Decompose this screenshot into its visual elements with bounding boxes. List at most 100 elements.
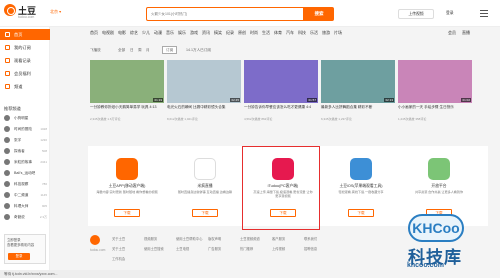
nav-item[interactable]: 综艺 bbox=[130, 30, 138, 36]
nav-item[interactable]: 游戏 bbox=[190, 30, 198, 36]
video-thumbnail[interactable]: 01:19 bbox=[90, 60, 164, 103]
filter-tag[interactable]: 飞播放 bbox=[90, 46, 101, 54]
video-title[interactable]: 一分钟告诉你早餐应该怎么吃才更健康 4:4 bbox=[244, 105, 318, 110]
nav-item[interactable]: 汽车 bbox=[286, 30, 294, 36]
video-title[interactable]: 电光火石的瞬间 比赛中精彩镜头合集 bbox=[167, 105, 241, 110]
filter-tag[interactable]: 订阅 bbox=[162, 46, 178, 54]
video-duration: 02:13 bbox=[384, 98, 394, 102]
sidebar-channel[interactable]: 米粒的故事 2341 bbox=[0, 157, 50, 167]
sidebar-item[interactable]: 首页 bbox=[0, 29, 50, 40]
sidebar-item[interactable]: 频道 bbox=[0, 81, 50, 92]
sidebar-channel[interactable]: 时间的冒险 1028 bbox=[0, 124, 50, 134]
filter-tag[interactable]: 周 bbox=[138, 46, 142, 54]
search-button[interactable]: 搜索 bbox=[304, 7, 334, 21]
nav-item[interactable]: 科技 bbox=[298, 30, 306, 36]
sidebar-channel[interactable]: 料理大师 905 bbox=[0, 201, 50, 211]
download-button[interactable]: 下载 bbox=[114, 209, 140, 217]
filter-tag[interactable]: 日 bbox=[130, 46, 134, 54]
footer-link[interactable]: 招聘信息 bbox=[304, 246, 317, 251]
video-duration: 01:19 bbox=[153, 98, 163, 102]
sidebar-channel[interactable]: 中二频道 1145 bbox=[0, 190, 50, 200]
footer-link[interactable]: 广告服务 bbox=[208, 246, 221, 251]
nav-item-right[interactable]: 会员 bbox=[448, 30, 456, 36]
footer-link[interactable]: 土豆电视 bbox=[176, 246, 189, 251]
tudou-logo[interactable]: 土豆 tudou.com bbox=[4, 3, 44, 23]
sidebar-channel[interactable]: 探索者 508 bbox=[0, 146, 50, 156]
video-thumbnail[interactable]: 02:13 bbox=[321, 60, 395, 103]
nav-item[interactable]: 纪录 bbox=[226, 30, 234, 36]
region-selector[interactable]: 北京 ▾ bbox=[50, 9, 61, 15]
filter-tag[interactable]: 月 bbox=[146, 46, 150, 54]
filter-tag[interactable]: 全部 bbox=[118, 46, 125, 54]
nav-item[interactable]: 首页 bbox=[90, 30, 98, 36]
footer-link[interactable]: 土豆视频频道 bbox=[240, 236, 260, 241]
video-title[interactable]: 一分钟教你折纸小天鹅简单易学 玩具 4:13 bbox=[90, 105, 164, 110]
nav-item[interactable]: 原创 bbox=[238, 30, 246, 36]
app-description: 共享资源 合作共赢 让更多人看到你 bbox=[414, 190, 464, 194]
channel-count: 1145 bbox=[40, 193, 47, 197]
nav-item[interactable]: 搞笑 bbox=[214, 30, 222, 36]
nav-item[interactable]: 资讯 bbox=[202, 30, 210, 36]
sidebar-item[interactable]: 我的订阅 bbox=[0, 42, 50, 53]
video-thumbnail[interactable]: 01:02 bbox=[398, 60, 472, 103]
nav-item[interactable]: 动漫 bbox=[154, 30, 162, 36]
menu-icon[interactable] bbox=[480, 10, 488, 17]
sidebar-item[interactable]: 会员福利 bbox=[0, 68, 50, 79]
nav-item[interactable]: 乐活 bbox=[310, 30, 318, 36]
nav-item[interactable]: 体育 bbox=[274, 30, 282, 36]
sidebar-channel[interactable]: 小狗明星 bbox=[0, 113, 50, 123]
channel-avatar bbox=[4, 192, 10, 198]
footer-link[interactable]: 使用土豆帮助中心 bbox=[176, 236, 202, 241]
search-box[interactable] bbox=[146, 7, 304, 21]
footer-link[interactable]: 上传视频 bbox=[272, 246, 285, 251]
nav-item[interactable]: 娱乐 bbox=[178, 30, 186, 36]
footer-link[interactable]: 工作机会 bbox=[112, 256, 125, 261]
nav-item[interactable]: 片场 bbox=[334, 30, 342, 36]
footer-link[interactable]: 客户服务 bbox=[272, 236, 285, 241]
footer-link[interactable]: 热门推荐 bbox=[240, 246, 253, 251]
sidebar-item[interactable]: 观看记录 bbox=[0, 55, 50, 66]
video-title[interactable]: 最新多人比拼舞蹈合集 精彩不断 bbox=[321, 105, 395, 110]
video-thumbnail[interactable]: 01:57 bbox=[244, 60, 318, 103]
nav-item[interactable]: 电视剧 bbox=[102, 30, 114, 36]
logo-sub: tudou.com bbox=[18, 15, 35, 19]
nav-item[interactable]: 少儿 bbox=[142, 30, 150, 36]
nav-item[interactable]: 音乐 bbox=[166, 30, 174, 36]
download-button[interactable]: 下载 bbox=[348, 209, 374, 217]
login-link[interactable]: 登录 bbox=[446, 11, 454, 16]
sidebar-item-icon bbox=[5, 71, 10, 76]
top-bar: 土豆 tudou.com 北京 ▾ 搜索 上传视频 登录 bbox=[0, 0, 500, 27]
nav-item[interactable]: 旅游 bbox=[322, 30, 330, 36]
sidebar-channel[interactable]: 奇葩说 2.3万 bbox=[0, 212, 50, 222]
sidebar-channel[interactable]: 张宇 1230 bbox=[0, 135, 50, 145]
nav-item[interactable]: 电影 bbox=[118, 30, 126, 36]
sidebar-channel[interactable]: 科技观察 786 bbox=[0, 179, 50, 189]
footer-link[interactable]: 版权声明 bbox=[208, 236, 221, 241]
video-duration: 01:02 bbox=[461, 98, 471, 102]
footer-link[interactable]: 视频服务 bbox=[144, 236, 157, 241]
nav-item[interactable]: 生活 bbox=[262, 30, 270, 36]
download-button[interactable]: 下载 bbox=[192, 209, 218, 217]
footer-link[interactable]: 关于土豆 bbox=[112, 236, 125, 241]
sidebar: 推荐频道 立即登录 查看更多精彩内容 登录 首页 我的订阅 观看记录 会员福利 频道 小狗… bbox=[0, 27, 50, 278]
nav-item-right[interactable]: 直播 bbox=[462, 30, 470, 36]
sidebar-channel[interactable]: Ball's_运动吧 bbox=[0, 168, 50, 178]
sidebar-login-button[interactable]: 登录 bbox=[8, 253, 30, 260]
channel-name: 奇葩说 bbox=[14, 215, 25, 219]
video-title[interactable]: 小小画家的一天 手绘步骤 生日快乐 bbox=[398, 105, 472, 110]
channel-name: 小狗明星 bbox=[14, 116, 29, 120]
footer-link[interactable]: 联系我们 bbox=[304, 236, 317, 241]
footer-brand: tudou.com bbox=[90, 248, 106, 252]
nav-item[interactable]: 时尚 bbox=[250, 30, 258, 36]
footer-link[interactable]: 关于土豆 bbox=[112, 246, 125, 251]
video-thumbnail[interactable]: 02:45 bbox=[167, 60, 241, 103]
channel-avatar bbox=[4, 170, 10, 176]
search-input[interactable] bbox=[147, 8, 303, 20]
sidebar-item-icon bbox=[5, 58, 10, 63]
channel-count: 1230 bbox=[40, 138, 47, 142]
filter-tag[interactable]: 14.1万人已订阅 bbox=[186, 46, 211, 54]
upload-video-button[interactable]: 上传视频 bbox=[398, 9, 434, 19]
channel-name: 科技观察 bbox=[14, 182, 29, 186]
footer-link[interactable]: 使用土豆搜索 bbox=[144, 246, 164, 251]
channel-avatar bbox=[4, 159, 10, 165]
